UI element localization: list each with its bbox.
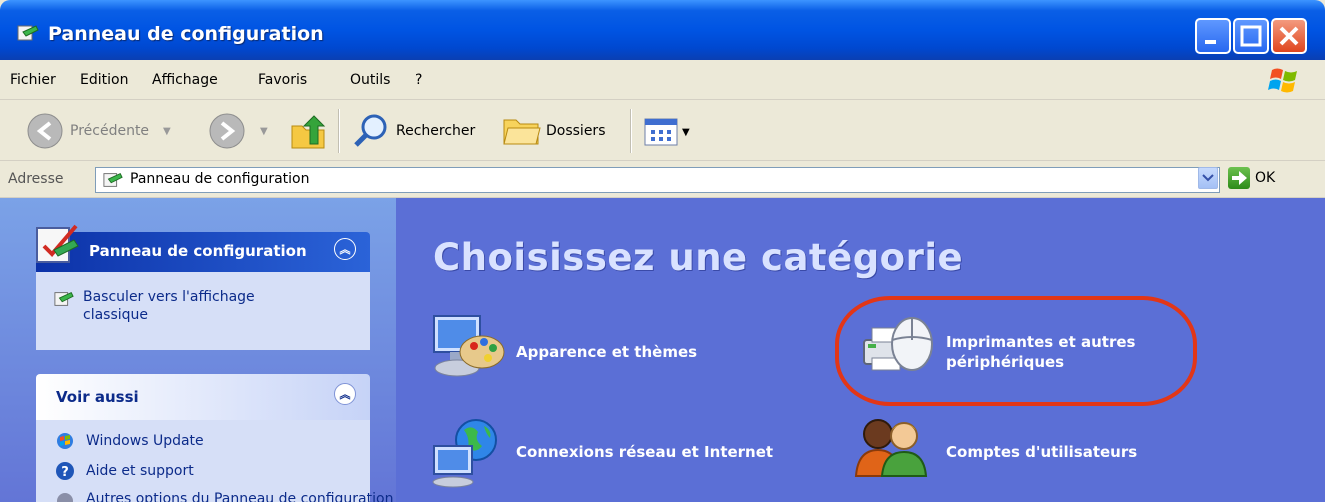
search-icon (354, 114, 387, 147)
go-arrow-icon (1232, 171, 1247, 185)
close-icon (1279, 26, 1299, 46)
switch-view-icon (54, 292, 74, 306)
collapse-panel-button[interactable]: ︽ (334, 238, 356, 260)
maximize-icon (1240, 25, 1262, 47)
see-also-item-label: Aide et support (86, 463, 194, 479)
menu-fichier[interactable]: Fichier (10, 72, 56, 88)
search-button[interactable]: Rechercher (352, 112, 475, 150)
address-label: Adresse (8, 171, 64, 187)
close-button[interactable] (1271, 18, 1307, 54)
category-user-accounts[interactable]: Comptes d'utilisateurs (946, 442, 1137, 462)
category-network-internet[interactable]: Connexions réseau et Internet (516, 442, 773, 462)
window-title: Panneau de configuration (48, 23, 324, 45)
menu-help[interactable]: ? (415, 72, 422, 88)
page-title: Choisissez une catégorie (433, 236, 964, 279)
forward-button[interactable]: ▼ (208, 112, 268, 150)
folders-label: Dossiers (546, 123, 606, 139)
up-folder-icon[interactable] (288, 112, 330, 152)
switch-classic-view-link[interactable]: Basculer vers l'affichage classique (83, 288, 323, 324)
address-value: Panneau de configuration (130, 171, 310, 187)
see-also-other-options[interactable]: Autres options du Panneau de configurati… (55, 491, 393, 502)
windows-update-icon (57, 433, 73, 449)
minimize-button[interactable] (1195, 18, 1231, 54)
menu-outils[interactable]: Outils (350, 72, 390, 88)
go-button[interactable] (1228, 167, 1250, 189)
see-also-title: Voir aussi (56, 388, 139, 406)
network-globe-icon[interactable] (430, 416, 508, 488)
control-panel-icon (17, 25, 39, 41)
views-dropdown-icon[interactable]: ▼ (682, 127, 690, 138)
menu-edition[interactable]: Edition (80, 72, 128, 88)
see-also-windows-update[interactable]: Windows Update (55, 431, 204, 451)
toolbar-separator (630, 109, 632, 153)
menu-affichage[interactable]: Affichage (152, 72, 218, 88)
minimize-icon (1205, 40, 1216, 44)
chevron-down-icon (1202, 174, 1214, 182)
go-label[interactable]: OK (1255, 170, 1275, 186)
svg-text:?: ? (61, 465, 69, 480)
help-icon: ? (56, 462, 74, 480)
address-input[interactable]: Panneau de configuration (95, 167, 1220, 193)
see-also-item-label: Windows Update (86, 433, 204, 449)
control-panel-icon (103, 173, 123, 187)
forward-dropdown-icon[interactable]: ▼ (260, 126, 268, 137)
see-also-help-support[interactable]: ? Aide et support (55, 461, 194, 481)
back-button[interactable]: Précédente ▼ (26, 112, 171, 150)
folders-button[interactable]: Dossiers (502, 114, 606, 148)
maximize-button[interactable] (1233, 18, 1269, 54)
back-label: Précédente (70, 123, 150, 139)
forward-arrow-icon (209, 113, 245, 149)
back-arrow-icon (27, 113, 63, 149)
control-panel-large-icon (36, 224, 79, 263)
category-appearance-themes[interactable]: Apparence et thèmes (516, 342, 697, 362)
other-options-icon (57, 493, 73, 502)
back-dropdown-icon[interactable]: ▼ (163, 126, 171, 137)
see-also-item-label: Autres options du Panneau de configurati… (86, 491, 394, 502)
address-dropdown-button[interactable] (1198, 167, 1218, 189)
views-button[interactable]: ▼ (644, 118, 690, 146)
control-panel-box-title: Panneau de configuration (89, 242, 307, 260)
search-label: Rechercher (396, 123, 476, 139)
collapse-see-also-button[interactable]: ︽ (334, 383, 356, 405)
user-accounts-icon[interactable] (852, 414, 930, 486)
windows-logo-icon (1268, 68, 1297, 93)
views-icon (644, 118, 678, 146)
toolbar-separator (338, 109, 340, 153)
appearance-themes-icon[interactable] (430, 312, 508, 384)
highlight-circle (835, 296, 1197, 406)
folders-icon (503, 119, 541, 145)
menu-favoris[interactable]: Favoris (258, 72, 307, 88)
